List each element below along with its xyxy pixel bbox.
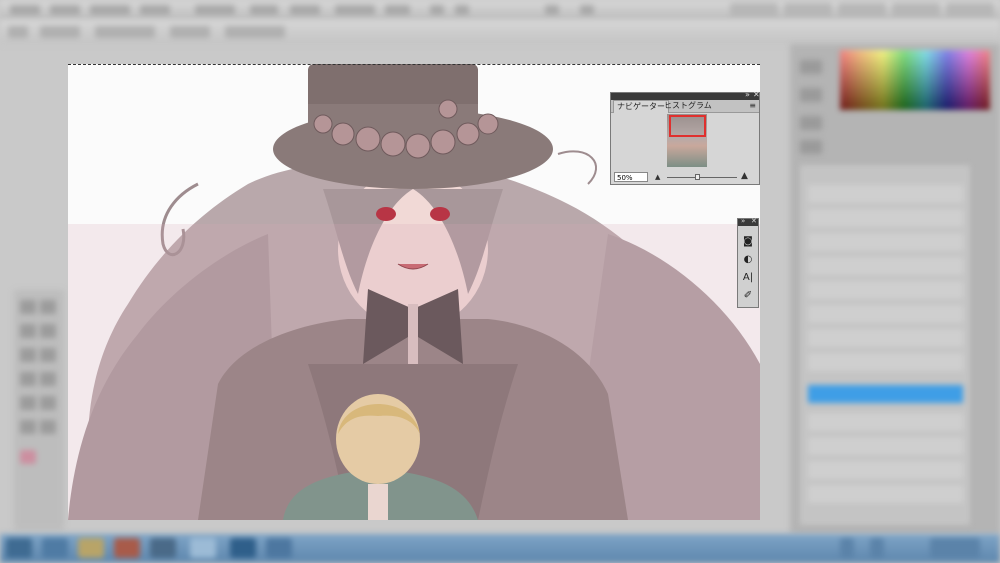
menu-item[interactable] xyxy=(250,5,278,15)
layer-row[interactable] xyxy=(808,257,963,275)
menu-icon[interactable] xyxy=(430,5,444,15)
layer-row[interactable] xyxy=(808,305,963,323)
zoom-out-icon[interactable]: ▲ xyxy=(655,172,660,182)
tool-icon[interactable] xyxy=(20,324,36,338)
option-control[interactable] xyxy=(40,26,80,38)
layer-row[interactable] xyxy=(808,437,963,455)
tray-icon[interactable] xyxy=(870,538,884,558)
panel-icon[interactable] xyxy=(800,116,822,130)
panel-icon[interactable] xyxy=(800,88,822,102)
workspace-switcher[interactable] xyxy=(724,2,994,21)
layer-row[interactable] xyxy=(808,413,963,431)
color-swatches[interactable] xyxy=(840,50,990,110)
tool-icon[interactable] xyxy=(40,348,56,362)
path-icon[interactable]: ✐ xyxy=(741,289,755,303)
menu-item[interactable] xyxy=(90,5,130,15)
clock[interactable] xyxy=(930,538,980,558)
layer-row[interactable] xyxy=(808,461,963,479)
zoom-slider[interactable] xyxy=(667,177,737,178)
tool-icon[interactable] xyxy=(40,324,56,338)
tool-icon[interactable] xyxy=(40,372,56,386)
collapse-icon[interactable]: » xyxy=(741,216,745,226)
photoshop-icon[interactable] xyxy=(230,538,256,558)
app-icon[interactable] xyxy=(190,538,216,558)
layers-panel xyxy=(800,165,970,525)
menu-icon[interactable] xyxy=(455,5,469,15)
collapse-icon[interactable]: » xyxy=(745,90,750,100)
layer-row[interactable] xyxy=(808,281,963,299)
layer-row[interactable] xyxy=(808,185,963,203)
panel-icon[interactable] xyxy=(800,60,822,74)
layer-row[interactable] xyxy=(808,209,963,227)
start-icon[interactable] xyxy=(6,538,32,558)
mini-tools-panel: » ✕ ◙ ◐ A| ✐ xyxy=(737,216,759,308)
layer-row-selected[interactable] xyxy=(808,385,963,403)
tab-histogram[interactable]: ヒストグラム xyxy=(661,100,715,112)
option-control[interactable] xyxy=(95,26,155,38)
panel-header[interactable]: » ✕ xyxy=(611,90,760,100)
media-icon[interactable] xyxy=(42,538,68,558)
layer-row[interactable] xyxy=(808,233,963,251)
navigator-panel: » ✕ ナビゲーター ヒストグラム ≡ 50% ▲ ▲ xyxy=(610,90,760,185)
tool-icon[interactable] xyxy=(20,396,36,410)
menu-item[interactable] xyxy=(335,5,375,15)
mask-icon[interactable]: ◙ xyxy=(741,235,755,249)
character-icon[interactable]: A| xyxy=(741,271,755,285)
menu-item[interactable] xyxy=(140,5,170,15)
menu-item[interactable] xyxy=(10,5,40,15)
layer-row[interactable] xyxy=(808,485,963,503)
folder-icon[interactable] xyxy=(78,538,104,558)
foreground-color-icon[interactable] xyxy=(20,450,36,464)
close-icon[interactable]: ✕ xyxy=(753,90,760,100)
tool-icon[interactable] xyxy=(20,420,36,434)
chrome-icon[interactable] xyxy=(114,538,140,558)
tools-panel xyxy=(14,290,64,530)
panel-icon[interactable] xyxy=(800,140,822,154)
app-icon[interactable] xyxy=(150,538,176,558)
tray-icon[interactable] xyxy=(840,538,854,558)
options-bar xyxy=(0,20,1000,44)
adjustment-icon[interactable]: ◐ xyxy=(741,253,755,267)
menu-bar xyxy=(0,0,1000,20)
tool-icon[interactable] xyxy=(40,420,56,434)
menu-item[interactable] xyxy=(195,5,235,15)
navigator-zoom-bar: 50% ▲ ▲ xyxy=(611,171,759,184)
menu-icon[interactable] xyxy=(580,5,594,15)
tool-icon[interactable] xyxy=(20,348,36,362)
layer-row[interactable] xyxy=(808,329,963,347)
app-icon[interactable] xyxy=(266,538,292,558)
tool-preset-icon[interactable] xyxy=(8,26,28,38)
menu-icon[interactable] xyxy=(545,5,559,15)
panel-tabs: ナビゲーター ヒストグラム ≡ xyxy=(611,100,759,113)
option-control[interactable] xyxy=(170,26,210,38)
close-icon[interactable]: ✕ xyxy=(751,216,757,226)
layer-row[interactable] xyxy=(808,353,963,371)
zoom-slider-handle[interactable] xyxy=(695,174,700,180)
tool-icon[interactable] xyxy=(20,372,36,386)
tool-icon[interactable] xyxy=(40,300,56,314)
tool-icon[interactable] xyxy=(40,396,56,410)
tool-icon[interactable] xyxy=(20,300,36,314)
taskbar xyxy=(0,534,1000,563)
view-box[interactable] xyxy=(669,115,706,137)
zoom-in-icon[interactable]: ▲ xyxy=(741,171,748,181)
menu-item[interactable] xyxy=(50,5,80,15)
panel-menu-icon[interactable]: ≡ xyxy=(749,100,756,112)
canvas-top-edge xyxy=(68,64,760,65)
panel-header[interactable]: » ✕ xyxy=(738,216,758,226)
zoom-field[interactable]: 50% xyxy=(614,172,648,182)
menu-item[interactable] xyxy=(385,5,410,15)
menu-item[interactable] xyxy=(290,5,320,15)
option-control[interactable] xyxy=(225,26,285,38)
